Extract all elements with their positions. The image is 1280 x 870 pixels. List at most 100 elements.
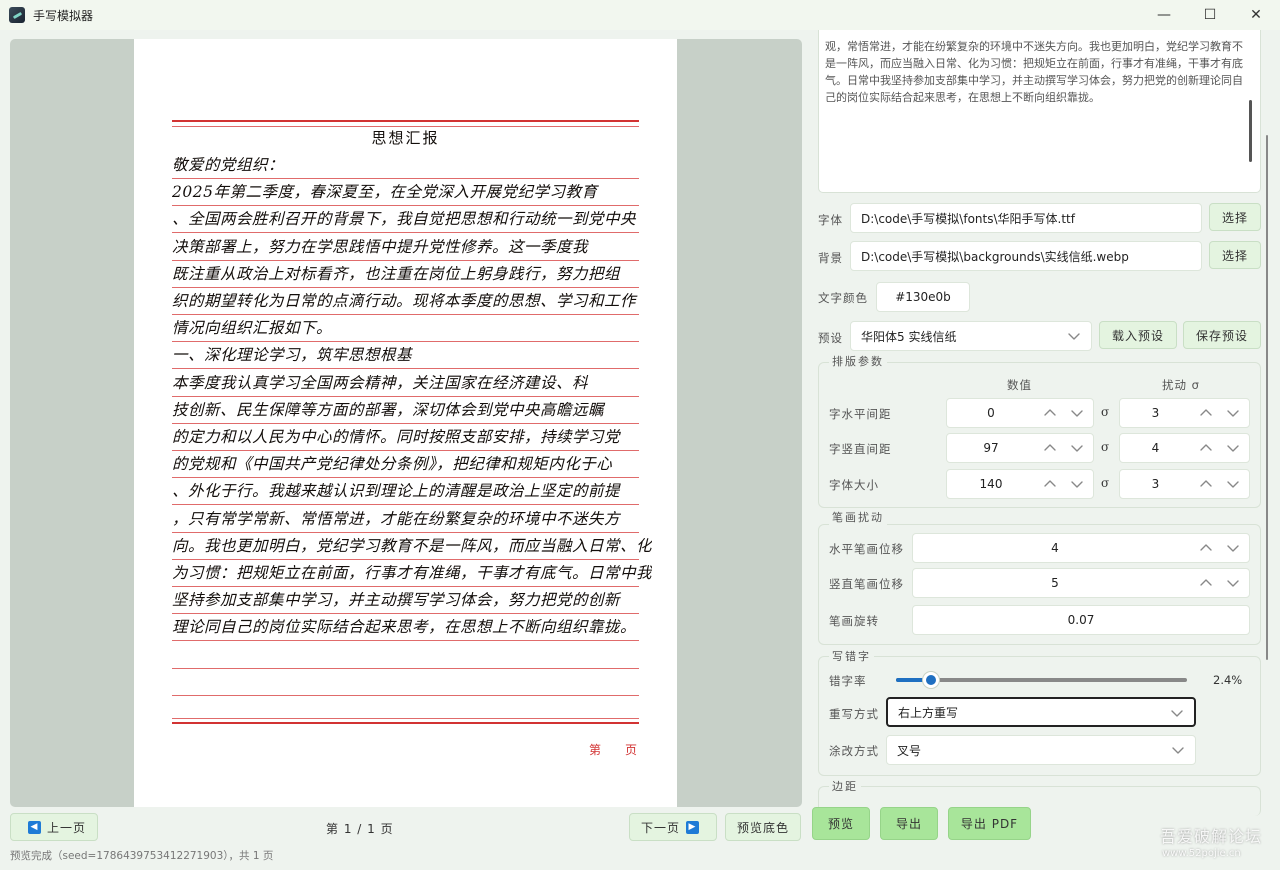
layout-param-value-spinbox[interactable]: 140 (946, 469, 1094, 499)
chevron-up-icon[interactable] (1199, 477, 1213, 491)
handwritten-line: 向。我也更加明白，党纪学习教育不是一阵风，而应当融入日常、化 (172, 536, 652, 555)
paper-rule (172, 667, 639, 669)
settings-panel-scrollbar[interactable] (1266, 135, 1268, 660)
stroke-jitter-label: 水平笔画位移 (829, 542, 904, 556)
handwritten-line: 本季度我认真学习全国两会精神，关注国家在经济建设、科 (172, 373, 589, 392)
next-page-button[interactable]: 下一页 ▶ (629, 813, 717, 841)
paper-preview: 思想汇报 敬爱的党组织： 2025年第二季度，春深夏至，在全党深入开展党纪学习教… (134, 39, 677, 807)
layout-param-jitter-spinbox-value: 3 (1151, 406, 1160, 420)
font-path-field[interactable]: D:\code\手写模拟\fonts\华阳手写体.ttf (850, 203, 1202, 233)
stroke-jitter-spinbox[interactable]: 4 (912, 533, 1250, 563)
chevron-up-icon[interactable] (1199, 441, 1213, 455)
layout-param-value-spinbox[interactable]: 0 (946, 398, 1094, 428)
chevron-up-icon[interactable] (1043, 477, 1057, 491)
chevron-down-icon[interactable] (1226, 406, 1240, 420)
minimize-button[interactable]: — (1141, 0, 1187, 30)
paper-title: 思想汇报 (371, 129, 440, 147)
layout-param-jitter-spinbox-value: 4 (1151, 441, 1160, 455)
typo-rate-label: 错字率 (829, 674, 867, 688)
stroke-jitter-spinbox[interactable]: 5 (912, 568, 1250, 598)
chevron-down-icon (1172, 747, 1184, 754)
chevron-down-icon[interactable] (1070, 441, 1084, 455)
sigma-symbol: σ (1101, 440, 1110, 454)
preset-select[interactable]: 华阳体5 实线信纸 (850, 321, 1092, 351)
prev-page-button[interactable]: ◀ 上一页 (10, 813, 98, 841)
chevron-up-icon[interactable] (1199, 406, 1213, 420)
background-choose-button[interactable]: 选择 (1209, 241, 1261, 269)
chevron-down-icon (1171, 710, 1183, 717)
chevron-down-icon[interactable] (1070, 477, 1084, 491)
paper-rule (172, 368, 639, 370)
chevron-up-icon[interactable] (1043, 441, 1057, 455)
typo-rate-slider[interactable] (896, 678, 1187, 682)
chevron-down-icon[interactable] (1226, 576, 1240, 590)
chevron-down-icon[interactable] (1226, 477, 1240, 491)
handwritten-line: 既注重从政治上对标看齐，也注重在岗位上躬身践行，努力把组 (172, 264, 621, 283)
arrow-left-icon: ◀ (27, 820, 41, 834)
stroke-rotation-field[interactable]: 0.07 (912, 605, 1250, 635)
paper-rule (172, 205, 639, 207)
chevron-down-icon[interactable] (1226, 541, 1240, 555)
export-pdf-button[interactable]: 导出 PDF (948, 807, 1031, 840)
background-path-field[interactable]: D:\code\手写模拟\backgrounds\实线信纸.webp (850, 241, 1202, 271)
paper-rule (172, 422, 639, 424)
paper-rule (172, 178, 639, 179)
save-preset-button[interactable]: 保存预设 (1183, 321, 1261, 349)
layout-param-label: 字竖直间距 (829, 442, 892, 456)
layout-param-label: 字水平间距 (829, 407, 892, 421)
chevron-up-icon[interactable] (1043, 406, 1057, 420)
next-page-label: 下一页 (640, 820, 680, 835)
stroke-jitter-title: 笔画扰动 (829, 509, 887, 525)
paper-rule (172, 504, 639, 506)
layout-param-jitter-spinbox[interactable]: 4 (1119, 433, 1250, 463)
layout-param-jitter-spinbox[interactable]: 3 (1119, 469, 1250, 499)
page-number-label: 第页 (589, 743, 662, 757)
layout-param-value-spinbox[interactable]: 97 (946, 433, 1094, 463)
handwritten-line: 坚持参加支部集中学习，并主动撰写学习体会，努力把党的创新 (172, 591, 621, 610)
export-button[interactable]: 导出 (880, 807, 938, 840)
handwritten-line: 、外化于行。我越来越认识到理论上的清醒是政治上坚定的前提 (172, 482, 621, 501)
preset-select-value: 华阳体5 实线信纸 (861, 329, 957, 344)
font-choose-button[interactable]: 选择 (1209, 203, 1261, 231)
paper-rule (172, 341, 639, 343)
typo-rate-slider-handle[interactable] (922, 672, 939, 688)
paper-rule (172, 286, 639, 288)
handwritten-line: 织的期望转化为日常的点滴行动。现将本季度的思想、学习和工作 (172, 292, 637, 310)
chevron-up-icon[interactable] (1199, 576, 1213, 590)
chevron-up-icon[interactable] (1199, 541, 1213, 555)
layout-param-label: 字体大小 (829, 478, 879, 492)
watermark-url: www.52pojie.cn (1162, 848, 1241, 859)
layout-param-jitter-spinbox[interactable]: 3 (1119, 398, 1250, 428)
load-preset-button[interactable]: 载入预设 (1099, 321, 1177, 349)
handwritten-line: 、全国两会胜利召开的背景下，我自觉把思想和行动统一到党中央 (172, 210, 637, 229)
sigma-symbol: σ (1101, 405, 1110, 419)
text-input[interactable]: 观，常悟常进，才能在纷繁复杂的环境中不迷失方向。我也更加明白，党纪学习教育不是一… (818, 30, 1261, 193)
typo-title: 写错字 (829, 648, 874, 664)
rewrite-mode-select[interactable]: 右上方重写 (886, 697, 1196, 727)
handwritten-line: 为习惯：把规矩立在前面，行事才有准绳，干事才有底气。日常中我 (172, 564, 652, 582)
handwritten-line: 决策部署上，努力在学思践悟中提升党性修养。这一季度我 (172, 237, 589, 256)
paper-rule (172, 477, 639, 479)
maximize-button[interactable]: ☐ (1187, 0, 1233, 30)
paper-bottom-rule (172, 722, 639, 724)
background-label: 背景 (818, 251, 843, 265)
arrow-right-icon: ▶ (686, 820, 699, 834)
strike-mode-value: 叉号 (897, 743, 922, 758)
text-input-content: 观，常悟常进，才能在纷繁复杂的环境中不迷失方向。我也更加明白，党纪学习教育不是一… (825, 40, 1243, 104)
close-button[interactable]: ✕ (1233, 0, 1279, 30)
jitter-column-header: 扰动 σ (1162, 378, 1200, 392)
text-input-scrollbar[interactable] (1249, 100, 1252, 162)
chevron-down-icon[interactable] (1070, 406, 1084, 420)
handwritten-line: 2025年第二季度，春深夏至，在全党深入开展党纪学习教育 (172, 183, 598, 202)
preset-label: 预设 (818, 331, 843, 345)
strike-mode-label: 涂改方式 (829, 744, 879, 758)
margin-title: 边距 (829, 778, 861, 794)
preview-background-button[interactable]: 预览底色 (725, 813, 801, 841)
chevron-down-icon[interactable] (1226, 441, 1240, 455)
text-color-field[interactable]: #130e0b (876, 282, 970, 312)
strike-mode-select[interactable]: 叉号 (886, 735, 1196, 765)
paper-rule (172, 694, 639, 696)
paper-rule (172, 640, 639, 642)
preview-button[interactable]: 预览 (812, 807, 870, 840)
layout-param-value-spinbox-value: 140 (979, 477, 1003, 491)
